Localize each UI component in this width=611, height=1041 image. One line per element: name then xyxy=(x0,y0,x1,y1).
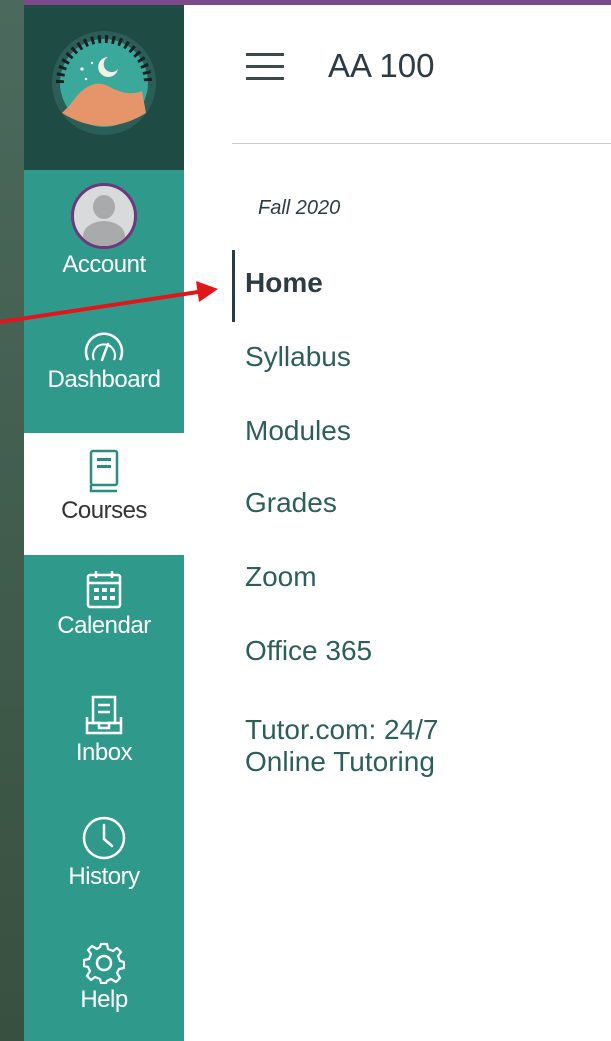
clock-icon xyxy=(82,816,126,860)
nav-item-label: Dashboard xyxy=(47,366,161,393)
nav-item-label: Courses xyxy=(61,497,147,524)
nav-item-label: Inbox xyxy=(75,739,133,766)
course-nav-tutoring[interactable]: Tutor.com: 24/7 Online Tutoring xyxy=(244,714,439,778)
gear-icon xyxy=(83,942,125,984)
course-nav-home[interactable]: Home xyxy=(244,267,323,299)
dashboard-icon xyxy=(84,332,124,362)
course-nav-syllabus[interactable]: Syllabus xyxy=(244,341,351,373)
nav-item-label: Calendar xyxy=(57,612,151,639)
active-indicator xyxy=(232,250,235,322)
course-nav-tutoring-line2: Online Tutoring xyxy=(245,746,435,777)
nav-item-inbox[interactable]: Inbox xyxy=(24,695,184,767)
nav-item-calendar[interactable]: Calendar xyxy=(24,570,184,640)
header-divider xyxy=(232,143,611,144)
course-page: AA 100 Fall 2020 Home Syllabus Modules G… xyxy=(184,5,611,1041)
global-nav: Account Dashboard Courses Calendar Inbox… xyxy=(24,5,184,1041)
course-title[interactable]: AA 100 xyxy=(328,47,434,85)
background-strip xyxy=(0,0,24,1041)
course-nav-zoom[interactable]: Zoom xyxy=(244,561,317,593)
hamburger-icon xyxy=(246,53,284,56)
nav-item-history[interactable]: History xyxy=(24,815,184,891)
course-nav-grades[interactable]: Grades xyxy=(244,487,337,519)
logo-emblem-icon xyxy=(52,31,156,135)
course-nav-office-365[interactable]: Office 365 xyxy=(244,635,372,667)
course-nav-tutoring-line1: Tutor.com: 24/7 xyxy=(245,714,439,745)
avatar xyxy=(71,183,137,249)
nav-item-label: History xyxy=(68,863,140,890)
course-term: Fall 2020 xyxy=(258,197,341,219)
course-menu-toggle[interactable] xyxy=(246,53,284,81)
nav-item-dashboard[interactable]: Dashboard xyxy=(24,330,184,394)
courses-icon xyxy=(89,449,119,493)
nav-item-label: Help xyxy=(80,986,128,1013)
nav-item-help[interactable]: Help xyxy=(24,942,184,1014)
inbox-icon xyxy=(85,695,123,735)
calendar-icon xyxy=(86,571,122,609)
institution-logo[interactable] xyxy=(24,5,184,170)
course-nav-modules[interactable]: Modules xyxy=(244,415,351,447)
nav-item-courses[interactable]: Courses xyxy=(24,433,184,555)
nav-item-label: Account xyxy=(62,251,146,278)
nav-item-account[interactable]: Account xyxy=(24,183,184,279)
